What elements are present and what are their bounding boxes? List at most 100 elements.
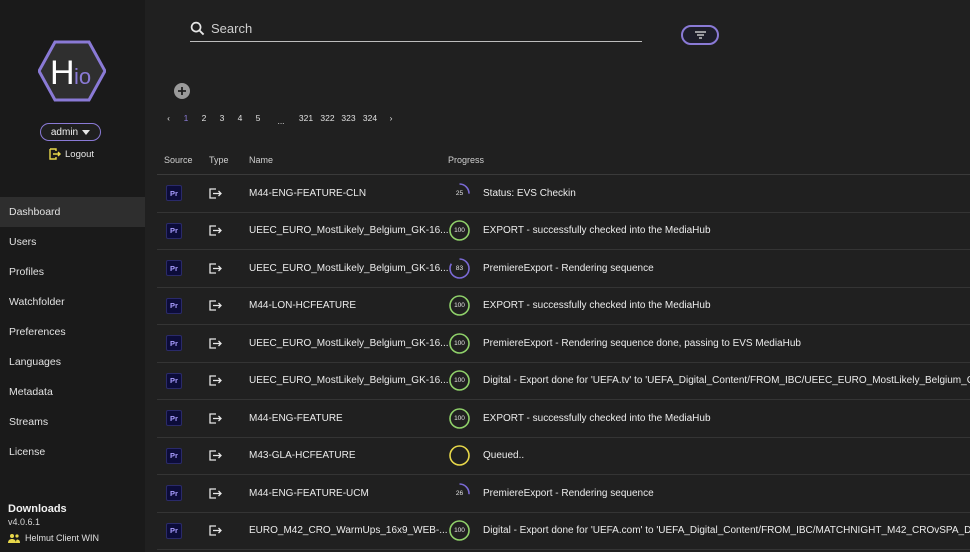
app-logo[interactable]: H io [38, 40, 106, 102]
page-5[interactable]: 5 [249, 113, 267, 123]
table-row[interactable]: Pr M44-ENG-FEATURE 100 EXPORT - successfull… [157, 400, 970, 438]
progress-value: 83 [455, 264, 464, 272]
progress-ring: 83 [448, 257, 471, 280]
source-cell: Pr [157, 485, 201, 502]
progress-cell: 100 Digital - Export done for 'UEFA.com' … [448, 519, 970, 542]
sidebar-item-metadata[interactable]: Metadata [0, 377, 145, 407]
status-message: EXPORT - successfully checked into the M… [483, 225, 711, 237]
job-name: UEEC_EURO_MostLikely_Belgium_GK-16... [249, 375, 448, 387]
premiere-pro-icon: Pr [166, 185, 182, 202]
logout-icon [49, 148, 61, 160]
page-322[interactable]: 322 [317, 113, 338, 123]
progress-cell: 26 PremiereExport - Rendering sequence [448, 482, 970, 505]
status-message: Status: EVS Checkin [483, 187, 576, 199]
sidebar-item-watchfolder[interactable]: Watchfolder [0, 287, 145, 317]
export-icon [209, 225, 249, 236]
progress-ring: 26 [448, 482, 471, 505]
table-row[interactable]: Pr UEEC_EURO_MostLikely_Belgium_GK-16... 1… [157, 363, 970, 400]
pagination: ‹ 1 2 3 4 5 ... 321 322 323 324 › [160, 110, 401, 126]
table-row[interactable]: Pr M44-ENG-FEATURE-CLN 25 Status: EVS Check… [157, 175, 970, 213]
table-body: Pr M44-ENG-FEATURE-CLN 25 Status: EVS Check… [157, 175, 970, 550]
progress-cell: 100 EXPORT - successfully checked into th… [448, 407, 970, 430]
table-row[interactable]: Pr UEEC_EURO_MostLikely_Belgium_GK-16... 1… [157, 325, 970, 363]
sidebar-item-users[interactable]: Users [0, 227, 145, 257]
progress-ring: 100 [448, 219, 471, 242]
progress-ring: 25 [448, 182, 471, 205]
filter-button[interactable] [681, 25, 719, 45]
jobs-table: Source Type Name Progress Pr M44-ENG-FEAT… [157, 145, 970, 550]
page-4[interactable]: 4 [231, 113, 249, 123]
progress-value: 26 [455, 489, 464, 497]
sidebar-item-dashboard[interactable]: Dashboard [0, 197, 145, 227]
progress-cell: 25 Status: EVS Checkin [448, 182, 970, 205]
progress-value: 100 [454, 339, 465, 347]
page-324[interactable]: 324 [359, 113, 381, 123]
type-cell [201, 188, 249, 199]
premiere-pro-icon: Pr [166, 222, 182, 239]
job-name: UEEC_EURO_MostLikely_Belgium_GK-16... [249, 225, 448, 237]
sidebar-item-languages[interactable]: Languages [0, 347, 145, 377]
premiere-pro-icon: Pr [166, 522, 182, 539]
add-job-button[interactable] [174, 83, 190, 99]
status-message: PremiereExport - Rendering sequence [483, 262, 654, 274]
premiere-pro-icon: Pr [166, 297, 182, 314]
source-cell: Pr [157, 222, 201, 239]
svg-text:H: H [50, 54, 75, 92]
status-message: PremiereExport - Rendering sequence [483, 487, 654, 499]
downloads-section: Downloads v4.0.6.1 Helmut Client WIN [8, 503, 99, 543]
prev-page-button[interactable]: ‹ [160, 113, 177, 123]
export-icon [209, 488, 249, 499]
export-icon [209, 375, 249, 386]
type-cell [201, 488, 249, 499]
filter-icon [694, 31, 706, 39]
type-cell [201, 525, 249, 536]
table-row[interactable]: Pr M44-ENG-FEATURE-UCM 26 PremiereExport - … [157, 475, 970, 513]
header-type: Type [209, 154, 229, 165]
table-row[interactable]: Pr EURO_M42_CRO_WarmUps_16x9_WEB-... 100 Di… [157, 513, 970, 550]
logout-button[interactable]: Logout [49, 148, 94, 160]
table-row[interactable]: Pr M44-LON-HCFEATURE 100 EXPORT - successfu… [157, 288, 970, 325]
sidebar-item-streams[interactable]: Streams [0, 407, 145, 437]
progress-cell: 100 Digital - Export done for 'UEFA.tv' t… [448, 369, 970, 392]
progress-value: 100 [454, 414, 465, 422]
search-input[interactable] [211, 21, 611, 36]
status-message: Queued.. [483, 450, 525, 462]
app-version: v4.0.6.1 [8, 517, 41, 527]
export-icon [209, 263, 249, 274]
page-1[interactable]: 1 [177, 113, 195, 123]
status-message: EXPORT - successfully checked into the M… [483, 412, 711, 424]
download-client-link[interactable]: Helmut Client WIN [8, 533, 99, 543]
progress-cell: 100 EXPORT - successfully checked into th… [448, 219, 970, 242]
sidebar-item-preferences[interactable]: Preferences [0, 317, 145, 347]
source-cell: Pr [157, 297, 201, 314]
status-message: Digital - Export done for 'UEFA.tv' to '… [483, 375, 970, 387]
user-name: admin [50, 126, 79, 138]
progress-ring: 100 [448, 519, 471, 542]
premiere-pro-icon: Pr [166, 260, 182, 277]
table-row[interactable]: Pr UEEC_EURO_MostLikely_Belgium_GK-16... 1… [157, 213, 970, 250]
downloads-title: Downloads [8, 503, 67, 515]
progress-ring: 100 [448, 294, 471, 317]
progress-ring: 100 [448, 407, 471, 430]
header-name: Name [249, 154, 274, 165]
plus-icon [178, 87, 186, 95]
progress-ring: 100 [448, 369, 471, 392]
next-page-button[interactable]: › [381, 113, 401, 123]
job-name: M44-LON-HCFEATURE [249, 300, 357, 312]
progress-value: 100 [454, 377, 465, 385]
sidebar: H io admin Logout Dashboard Users Profil… [0, 0, 145, 552]
user-menu-button[interactable]: admin [40, 123, 101, 141]
type-cell [201, 413, 249, 424]
page-321[interactable]: 321 [295, 113, 317, 123]
page-323[interactable]: 323 [338, 113, 359, 123]
table-row[interactable]: Pr UEEC_EURO_MostLikely_Belgium_GK-16... 8… [157, 250, 970, 288]
table-row[interactable]: Pr M43-GLA-HCFEATURE Queued.. [157, 438, 970, 475]
sidebar-item-license[interactable]: License [0, 437, 145, 467]
sidebar-item-profiles[interactable]: Profiles [0, 257, 145, 287]
job-name: M44-ENG-FEATURE-CLN [249, 187, 367, 199]
svg-text:io: io [74, 64, 91, 89]
progress-ring [448, 444, 471, 467]
logout-label: Logout [65, 148, 95, 160]
page-3[interactable]: 3 [213, 113, 231, 123]
page-2[interactable]: 2 [195, 113, 213, 123]
